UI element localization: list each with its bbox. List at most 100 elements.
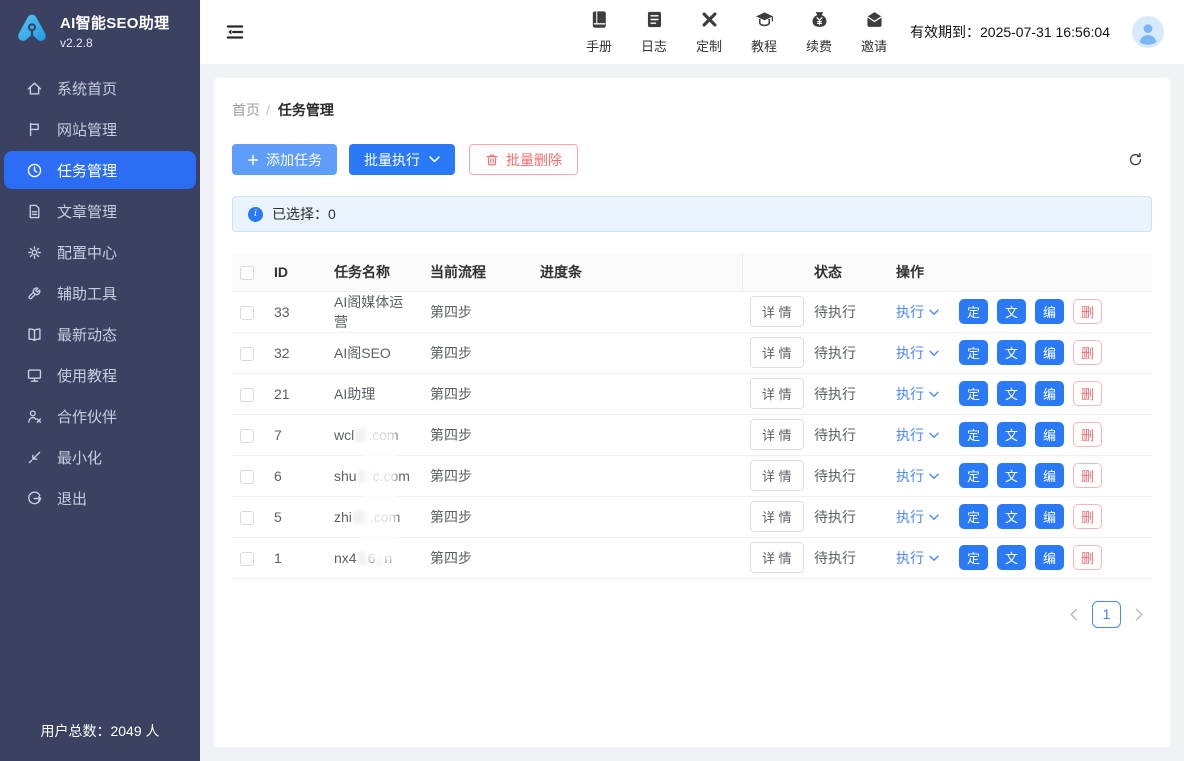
cell-task-name: AI助理 — [326, 373, 422, 414]
sidebar-item-clock[interactable]: 任务管理 — [4, 151, 196, 189]
execute-dropdown[interactable]: 执行 — [896, 384, 939, 404]
sidebar-item-gear[interactable]: 配置中心 — [4, 233, 196, 271]
op-schedule-button[interactable]: 定 — [959, 381, 988, 406]
topbar-action-grad[interactable]: 教程 — [748, 9, 780, 55]
execute-dropdown[interactable]: 执行 — [896, 548, 939, 568]
selected-count: 0 — [328, 206, 336, 222]
clock-icon — [26, 162, 43, 179]
execute-dropdown[interactable]: 执行 — [896, 425, 939, 445]
op-article-button[interactable]: 文 — [997, 422, 1026, 447]
op-delete-button[interactable]: 删 — [1073, 504, 1102, 529]
app-title: AI智能SEO助理 — [60, 12, 169, 33]
op-article-button[interactable]: 文 — [997, 463, 1026, 488]
sidebar-item-flag[interactable]: 网站管理 — [4, 110, 196, 148]
topbar-action-custom[interactable]: 定制 — [693, 9, 725, 55]
topbar-action-label: 教程 — [751, 36, 777, 55]
execute-dropdown[interactable]: 执行 — [896, 507, 939, 527]
op-delete-button[interactable]: 删 — [1073, 422, 1102, 447]
select-all-checkbox[interactable] — [240, 266, 254, 280]
op-edit-button[interactable]: 编 — [1035, 463, 1064, 488]
op-article-button[interactable]: 文 — [997, 340, 1026, 365]
page-number-button[interactable]: 1 — [1092, 601, 1121, 628]
op-schedule-button[interactable]: 定 — [959, 340, 988, 365]
doc-icon — [26, 203, 43, 220]
topbar-action-money[interactable]: 续费 — [803, 9, 835, 55]
column-header: 任务名称 — [326, 253, 422, 291]
gear-icon — [26, 244, 43, 261]
op-article-button[interactable]: 文 — [997, 381, 1026, 406]
op-schedule-button[interactable]: 定 — [959, 422, 988, 447]
op-edit-button[interactable]: 编 — [1035, 340, 1064, 365]
sidebar-item-monitor[interactable]: 使用教程 — [4, 356, 196, 394]
breadcrumb-home[interactable]: 首页 — [232, 102, 260, 118]
op-edit-button[interactable]: 编 — [1035, 422, 1064, 447]
op-delete-button[interactable]: 删 — [1073, 299, 1102, 324]
op-article-button[interactable]: 文 — [997, 504, 1026, 529]
topbar-action-manual[interactable]: 手册 — [583, 9, 615, 55]
prev-page-icon[interactable] — [1069, 608, 1078, 621]
cell-id: 7 — [266, 414, 326, 455]
next-page-icon[interactable] — [1135, 608, 1144, 621]
chevron-down-icon — [429, 156, 440, 163]
row-checkbox[interactable] — [240, 552, 254, 566]
row-checkbox[interactable] — [240, 470, 254, 484]
topbar-action-mail[interactable]: 邀请 — [858, 9, 890, 55]
row-checkbox[interactable] — [240, 306, 254, 320]
execute-dropdown[interactable]: 执行 — [896, 302, 939, 322]
cell-progress — [532, 291, 742, 332]
topbar-action-log[interactable]: 日志 — [638, 9, 670, 55]
op-delete-button[interactable]: 删 — [1073, 463, 1102, 488]
execute-dropdown[interactable]: 执行 — [896, 343, 939, 363]
sidebar-item-home[interactable]: 系统首页 — [4, 69, 196, 107]
op-delete-button[interactable]: 删 — [1073, 381, 1102, 406]
op-schedule-button[interactable]: 定 — [959, 504, 988, 529]
op-edit-button[interactable]: 编 — [1035, 504, 1064, 529]
collapse-menu-icon[interactable] — [224, 21, 246, 43]
row-checkbox[interactable] — [240, 429, 254, 443]
censored-text — [355, 429, 367, 442]
row-checkbox[interactable] — [240, 347, 254, 361]
op-article-button[interactable]: 文 — [997, 299, 1026, 324]
logo-a-icon — [12, 13, 52, 49]
row-checkbox[interactable] — [240, 388, 254, 402]
topbar: 手册日志定制教程续费邀请 有效期到：2025-07-31 16:56:04 — [200, 0, 1184, 64]
detail-button[interactable]: 详 情 — [750, 337, 804, 368]
validity-label: 有效期到： — [910, 24, 980, 40]
user-avatar[interactable] — [1132, 16, 1164, 48]
sidebar-item-minimize[interactable]: 最小化 — [4, 438, 196, 476]
detail-button[interactable]: 详 情 — [750, 542, 804, 573]
op-delete-button[interactable]: 删 — [1073, 340, 1102, 365]
row-checkbox[interactable] — [240, 511, 254, 525]
sidebar-item-doc[interactable]: 文章管理 — [4, 192, 196, 230]
topbar-action-label: 定制 — [696, 36, 722, 55]
op-edit-button[interactable]: 编 — [1035, 545, 1064, 570]
logout-icon — [26, 490, 43, 507]
cell-status: 待执行 — [806, 537, 888, 578]
batch-delete-button[interactable]: 批量删除 — [469, 144, 578, 175]
sidebar-item-wrench[interactable]: 辅助工具 — [4, 274, 196, 312]
batch-execute-button[interactable]: 批量执行 — [349, 144, 455, 175]
add-task-button[interactable]: 添加任务 — [232, 144, 337, 175]
op-article-button[interactable]: 文 — [997, 545, 1026, 570]
grad-icon — [754, 9, 775, 33]
sidebar-item-book[interactable]: 最新动态 — [4, 315, 196, 353]
detail-button[interactable]: 详 情 — [750, 501, 804, 532]
cell-flow: 第四步 — [422, 496, 532, 537]
detail-button[interactable]: 详 情 — [750, 378, 804, 409]
op-edit-button[interactable]: 编 — [1035, 299, 1064, 324]
flag-icon — [26, 121, 43, 138]
breadcrumb-current: 任务管理 — [278, 102, 334, 118]
op-delete-button[interactable]: 删 — [1073, 545, 1102, 570]
refresh-icon[interactable] — [1127, 151, 1144, 168]
detail-button[interactable]: 详 情 — [750, 419, 804, 450]
cell-flow: 第四步 — [422, 373, 532, 414]
op-schedule-button[interactable]: 定 — [959, 299, 988, 324]
execute-dropdown[interactable]: 执行 — [896, 466, 939, 486]
sidebar-item-partner[interactable]: 合作伙伴 — [4, 397, 196, 435]
detail-button[interactable]: 详 情 — [750, 460, 804, 491]
detail-button[interactable]: 详 情 — [750, 296, 804, 327]
sidebar-item-logout[interactable]: 退出 — [4, 479, 196, 517]
op-schedule-button[interactable]: 定 — [959, 545, 988, 570]
op-edit-button[interactable]: 编 — [1035, 381, 1064, 406]
op-schedule-button[interactable]: 定 — [959, 463, 988, 488]
